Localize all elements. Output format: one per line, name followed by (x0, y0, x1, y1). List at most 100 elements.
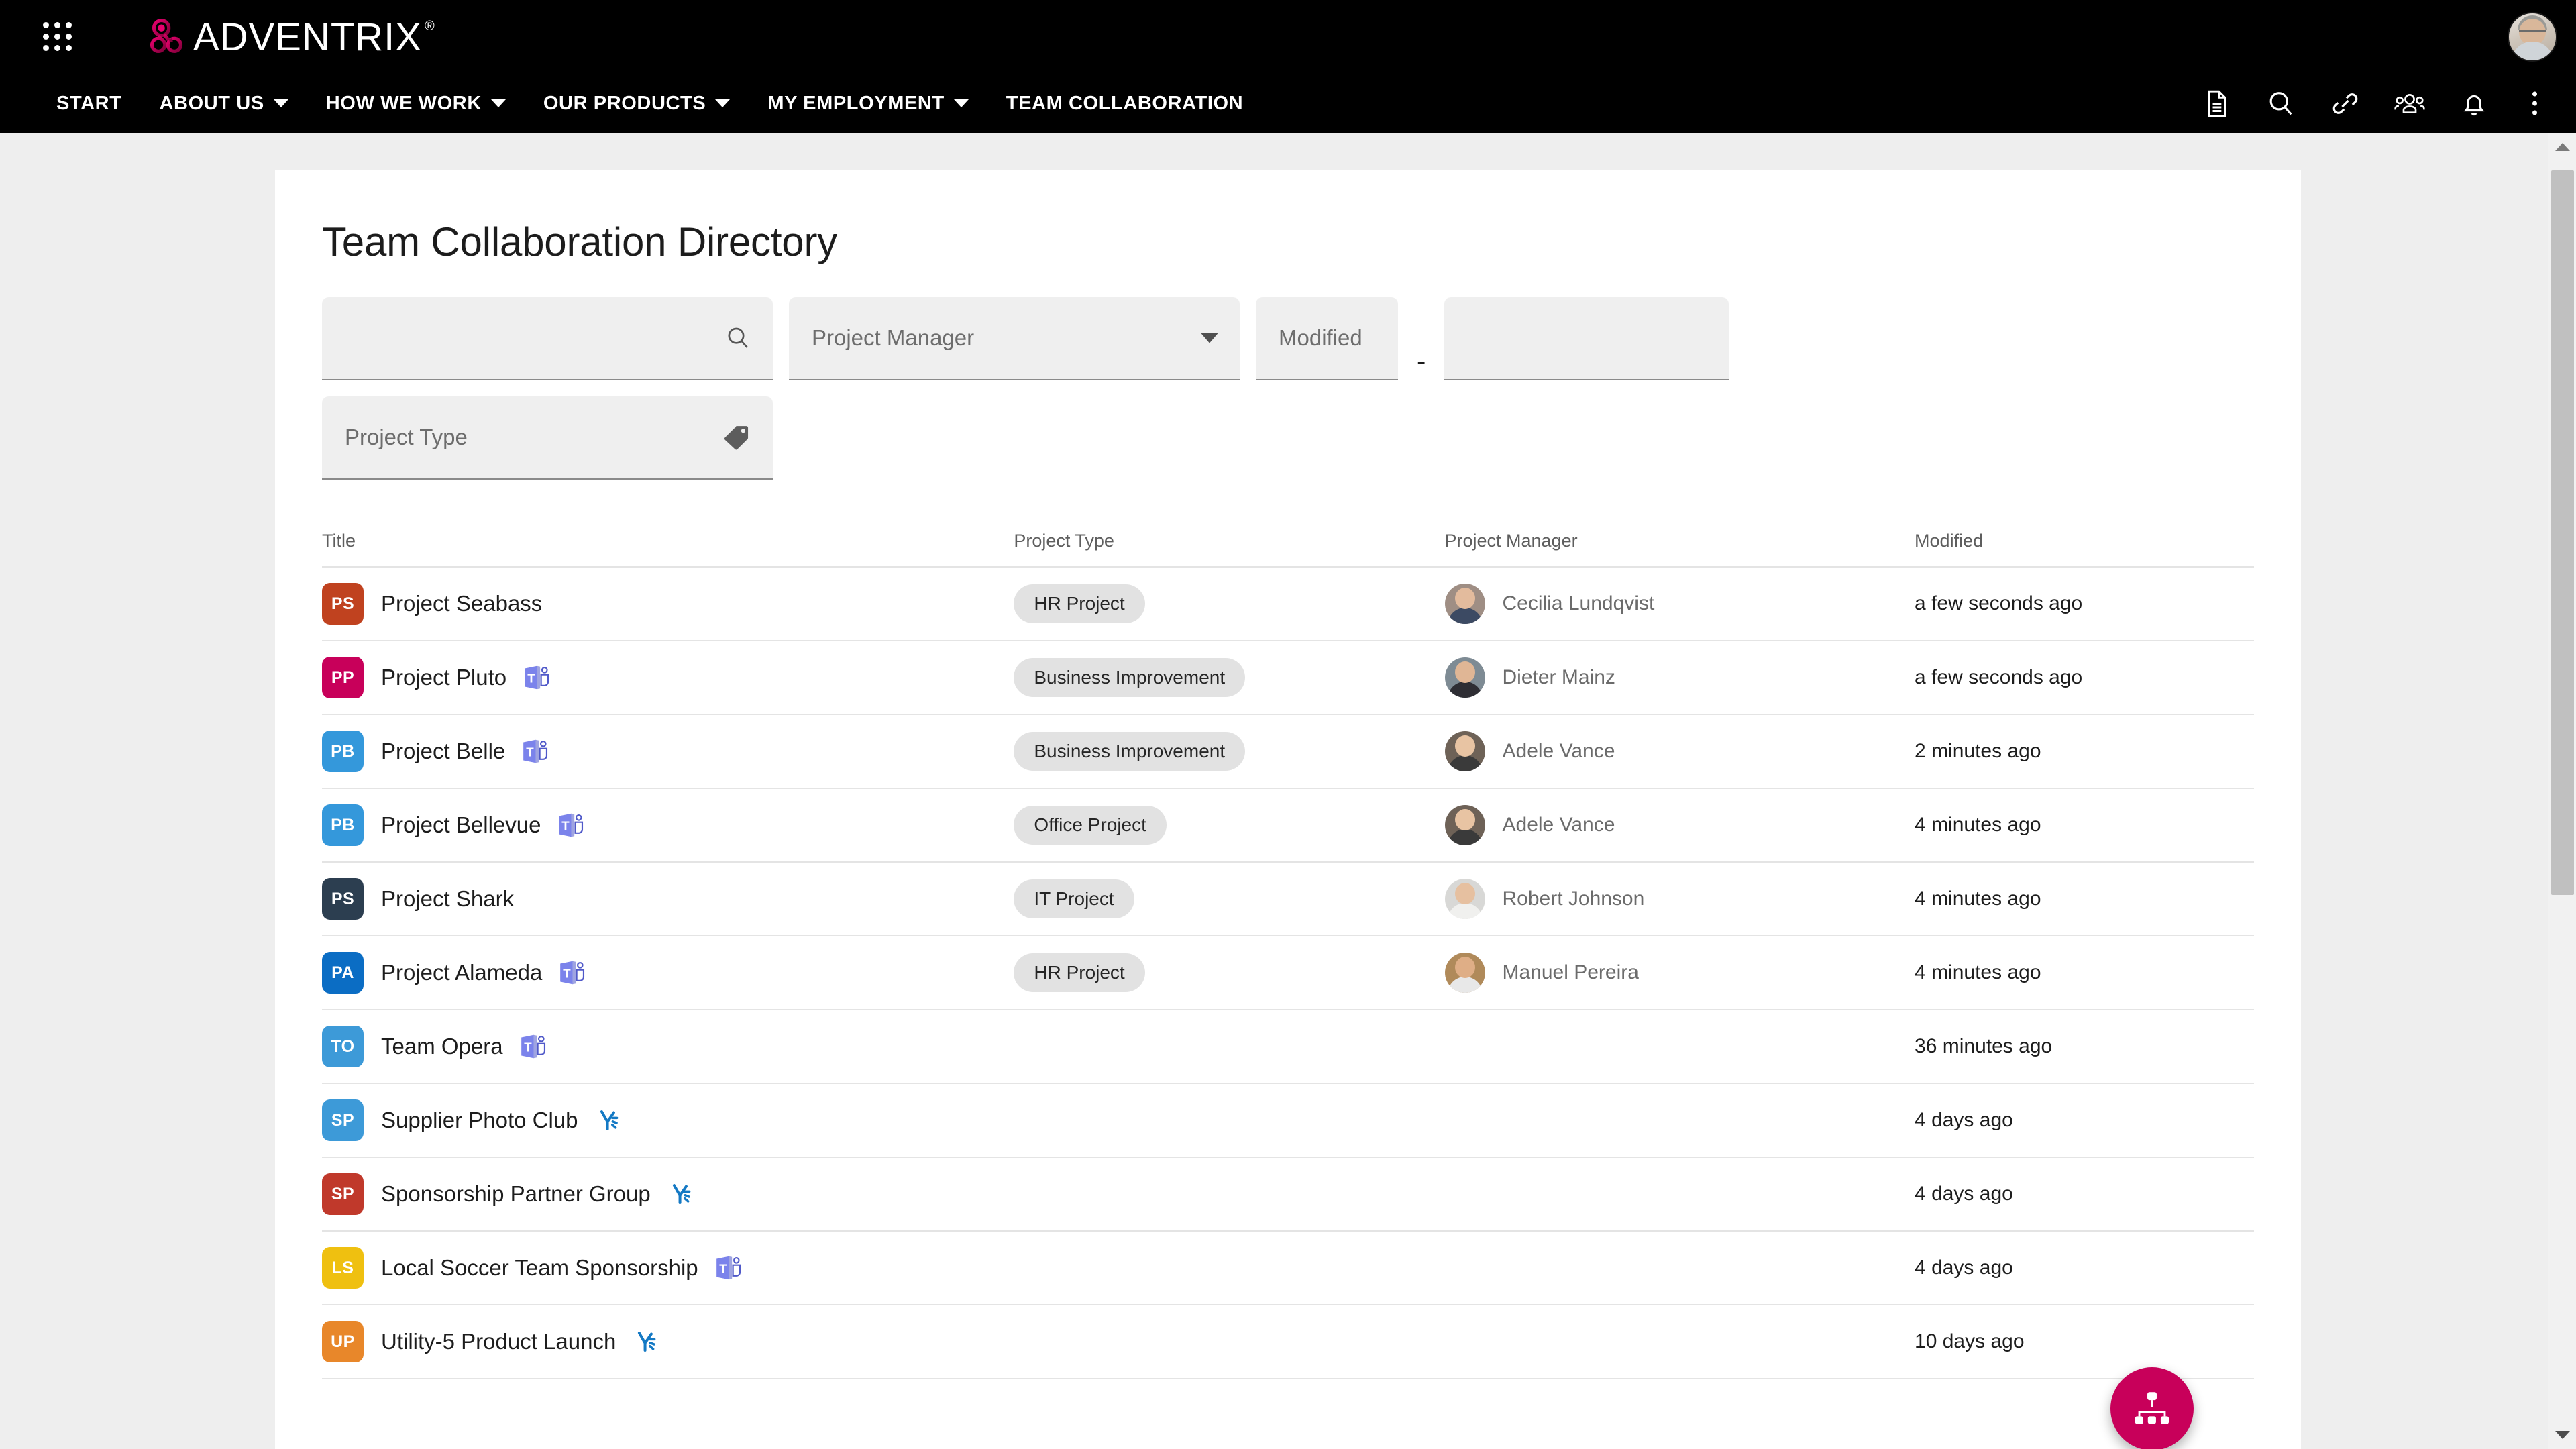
microsoft-teams-icon[interactable]: T (518, 1031, 549, 1062)
nav-item-our-products[interactable]: OUR PRODUCTS (525, 93, 749, 115)
vertical-scrollbar[interactable] (2548, 133, 2576, 1449)
table-row[interactable]: LSLocal Soccer Team Sponsorship T 4 days… (322, 1232, 2254, 1305)
search-icon[interactable] (2265, 88, 2296, 119)
bell-icon[interactable] (2459, 88, 2489, 119)
filter-row-secondary: Project Type (322, 396, 2301, 480)
column-header-type: Project Type (1014, 531, 1444, 551)
nav-item-label: MY EMPLOYMENT (767, 93, 944, 115)
manager-avatar (1445, 584, 1485, 624)
project-manager-select[interactable]: Project Manager (789, 297, 1240, 380)
search-icon[interactable] (724, 325, 751, 352)
org-chart-fab-button[interactable] (2110, 1367, 2194, 1449)
project-title-link[interactable]: Project Alameda (381, 960, 542, 985)
manager-name: Cecilia Lundqvist (1503, 592, 1655, 615)
app-launcher-icon[interactable] (39, 18, 76, 56)
table-row[interactable]: SPSupplier Photo Club 4 days ago (322, 1084, 2254, 1158)
cell-project-manager: Manuel Pereira (1445, 953, 1915, 993)
nav-item-label: ABOUT US (160, 93, 264, 115)
table-row[interactable]: PSProject SeabassHR ProjectCecilia Lundq… (322, 568, 2254, 641)
svg-text:T: T (526, 745, 534, 759)
cell-modified: 4 minutes ago (1915, 814, 2254, 837)
modified-timestamp: 4 days ago (1915, 1183, 2013, 1205)
org-chart-icon (2131, 1388, 2173, 1430)
project-title-link[interactable]: Project Bellevue (381, 812, 541, 838)
chevron-down-icon (715, 99, 730, 107)
manager-name: Robert Johnson (1503, 888, 1645, 910)
scroll-up-arrow[interactable] (2548, 133, 2576, 161)
link-icon[interactable] (2330, 88, 2361, 119)
modified-from-input[interactable]: Modified (1256, 297, 1398, 380)
brand-logo[interactable]: ADVENTRIX ® (144, 12, 435, 62)
tag-icon[interactable] (722, 423, 751, 452)
cell-modified: 4 days ago (1915, 1183, 2254, 1205)
table-row[interactable]: UPUtility-5 Product Launch 10 days ago (322, 1305, 2254, 1379)
project-type-select[interactable]: Project Type (322, 396, 773, 480)
cell-project-manager: Cecilia Lundqvist (1445, 584, 1915, 624)
project-title-link[interactable]: Project Shark (381, 886, 514, 912)
manager-name: Adele Vance (1503, 740, 1615, 763)
microsoft-teams-icon[interactable]: T (520, 736, 551, 767)
table-row[interactable]: PSProject SharkIT ProjectRobert Johnson4… (322, 863, 2254, 936)
table-row[interactable]: PPProject Pluto T Business ImprovementDi… (322, 641, 2254, 715)
cell-modified: 4 days ago (1915, 1256, 2254, 1279)
microsoft-teams-icon: T (521, 662, 552, 693)
project-title-link[interactable]: Project Seabass (381, 591, 542, 616)
modified-timestamp: 4 minutes ago (1915, 888, 2041, 910)
modified-timestamp: 2 minutes ago (1915, 740, 2041, 763)
microsoft-teams-icon[interactable]: T (555, 810, 586, 841)
directory-table: Title Project Type Project Manager Modif… (275, 531, 2301, 1379)
chevron-down-icon (954, 99, 969, 107)
nav-item-start[interactable]: START (38, 93, 141, 115)
nav-item-label: TEAM COLLABORATION (1006, 93, 1243, 115)
project-title-link[interactable]: Local Soccer Team Sponsorship (381, 1255, 698, 1281)
nav-item-about-us[interactable]: ABOUT US (141, 93, 307, 115)
modified-timestamp: 36 minutes ago (1915, 1035, 2052, 1058)
table-row[interactable]: SPSponsorship Partner Group 4 days ago (322, 1158, 2254, 1232)
yammer-icon[interactable] (631, 1326, 661, 1357)
microsoft-teams-icon[interactable]: T (521, 662, 552, 693)
modified-timestamp: 4 days ago (1915, 1256, 2013, 1279)
project-type-chip: IT Project (1014, 879, 1134, 918)
manager-name: Manuel Pereira (1503, 961, 1639, 984)
nav-item-my-employment[interactable]: MY EMPLOYMENT (749, 93, 987, 115)
modified-timestamp: a few seconds ago (1915, 666, 2082, 689)
table-row[interactable]: PBProject Bellevue T Office ProjectAdele… (322, 789, 2254, 863)
project-title-link[interactable]: Supplier Photo Club (381, 1108, 578, 1133)
project-type-chip: Business Improvement (1014, 732, 1245, 771)
registered-mark: ® (425, 19, 435, 34)
user-avatar[interactable] (2508, 12, 2557, 62)
people-icon[interactable] (2394, 88, 2425, 119)
svg-text:T: T (564, 966, 572, 980)
svg-text:T: T (719, 1261, 727, 1275)
date-range-separator: - (1414, 348, 1428, 375)
brand-name: ADVENTRIX ® (193, 15, 435, 60)
scrollbar-thumb[interactable] (2551, 170, 2574, 895)
nav-item-how-we-work[interactable]: HOW WE WORK (307, 93, 525, 115)
project-initials-badge: SP (322, 1099, 364, 1141)
project-title-link[interactable]: Project Belle (381, 739, 505, 764)
cell-project-type: HR Project (1014, 584, 1444, 623)
search-input[interactable] (322, 297, 773, 380)
yammer-icon[interactable] (593, 1105, 624, 1136)
table-row[interactable]: PAProject Alameda T HR ProjectManuel Per… (322, 936, 2254, 1010)
nav-item-team-collaboration[interactable]: TEAM COLLABORATION (987, 93, 1262, 115)
project-title-link[interactable]: Team Opera (381, 1034, 503, 1059)
microsoft-teams-icon[interactable]: T (557, 957, 588, 988)
scroll-down-arrow[interactable] (2548, 1421, 2576, 1449)
project-title-link[interactable]: Utility-5 Product Launch (381, 1329, 616, 1354)
table-row[interactable]: TOTeam Opera T 36 minutes ago (322, 1010, 2254, 1084)
yammer-icon[interactable] (665, 1179, 696, 1210)
table-row[interactable]: PBProject Belle T Business ImprovementAd… (322, 715, 2254, 789)
cell-project-manager: Adele Vance (1445, 731, 1915, 771)
modified-to-input[interactable] (1444, 297, 1729, 380)
avatar-body (2512, 42, 2553, 62)
project-title-link[interactable]: Project Pluto (381, 665, 506, 690)
main-navigation: START ABOUT US HOW WE WORKOUR PRODUCTS MY E… (0, 74, 2576, 133)
document-icon[interactable] (2201, 88, 2232, 119)
project-title-link[interactable]: Sponsorship Partner Group (381, 1181, 651, 1207)
microsoft-teams-icon[interactable]: T (713, 1252, 744, 1283)
kebab-menu-icon[interactable] (2523, 88, 2546, 119)
project-type-chip: Office Project (1014, 806, 1167, 845)
chevron-down-icon[interactable] (1201, 333, 1218, 343)
chevron-down-icon (274, 99, 288, 107)
